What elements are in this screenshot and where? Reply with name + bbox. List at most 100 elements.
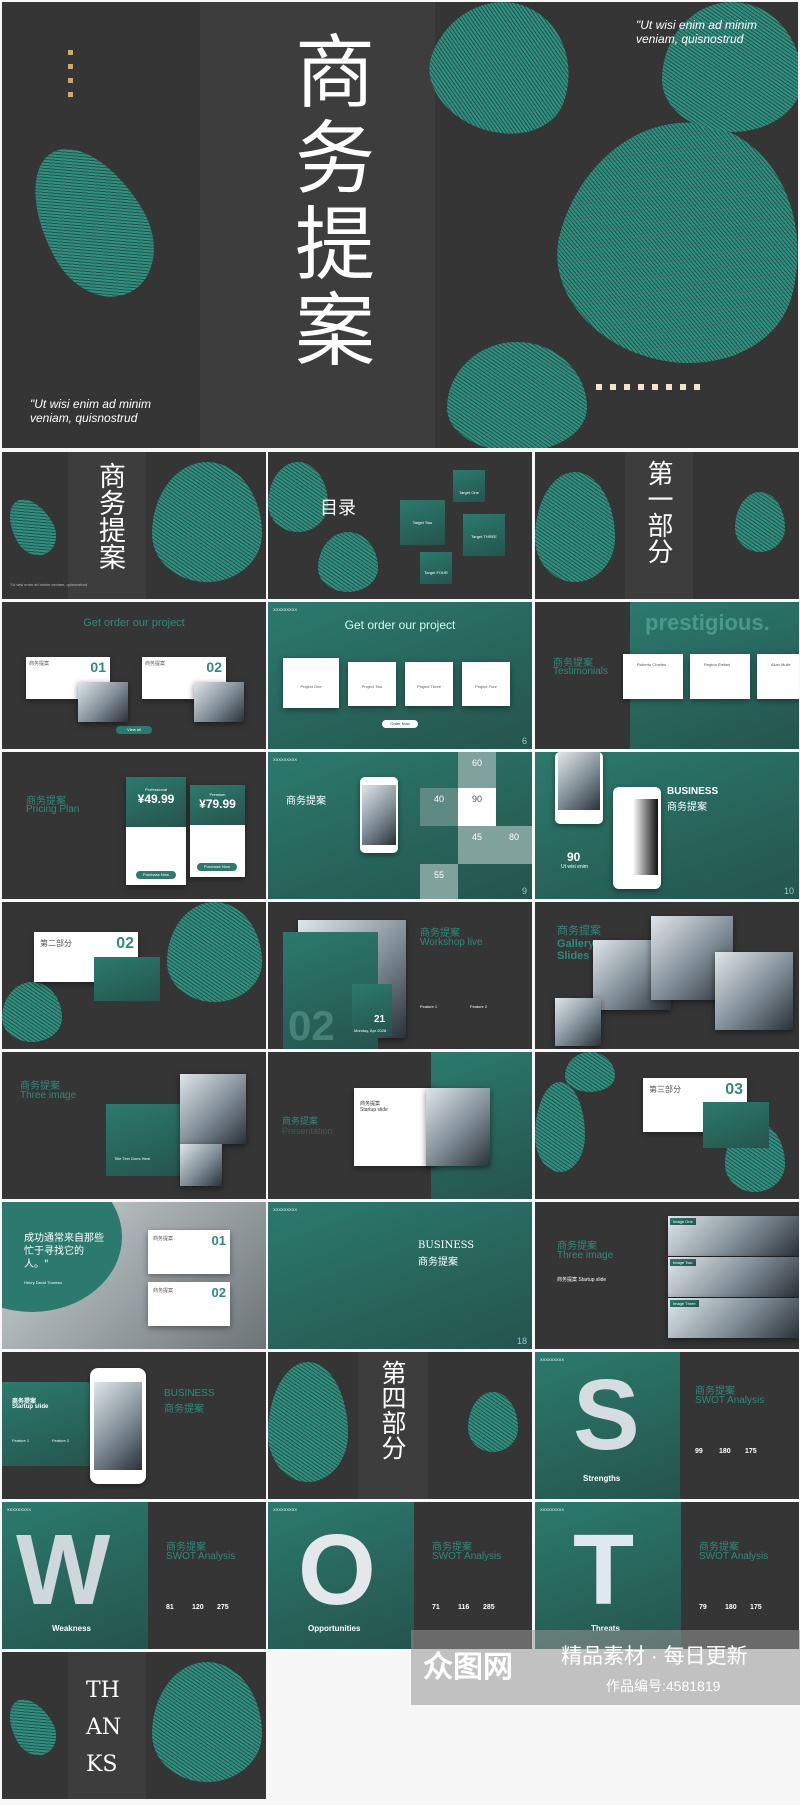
slide-quote[interactable]: 成功通常来自那些忙于寻找它的人。" Henry David Thoreau 商务… xyxy=(2,1202,266,1349)
stat-tile: 90 xyxy=(458,788,496,826)
slide-swot-t[interactable]: XXXXXXXXX T Threats 商务提案 SWOT Analysis 7… xyxy=(535,1502,799,1649)
target-card[interactable]: Target One xyxy=(453,470,485,502)
thanks-line: AN xyxy=(86,1715,122,1740)
leaf-image xyxy=(535,95,798,389)
slide-subtitle: Three image xyxy=(20,1090,77,1101)
slide-toc[interactable]: 目录 Target One Target Two Target THREE Ta… xyxy=(268,452,532,599)
testimonial-card[interactable]: Regina Stefani xyxy=(690,654,750,699)
card-number: 01 xyxy=(211,1233,226,1248)
slide-part3[interactable]: 第三部分 03 xyxy=(535,1052,799,1199)
slide-three-image-2[interactable]: 商务提案 Three image 商务提案 Startup slide Imag… xyxy=(535,1202,799,1349)
target-card[interactable]: Target FOUR xyxy=(420,552,452,584)
slide-swot-s[interactable]: XXXXXXXXX S Strengths 商务提案 SWOT Analysis… xyxy=(535,1352,799,1499)
project-card[interactable]: Project Three xyxy=(405,662,453,706)
testimonial-card[interactable]: Allan Mulle xyxy=(757,654,799,699)
swot-stat: 116 xyxy=(458,1604,470,1611)
project-card[interactable]: Project Two xyxy=(348,662,396,706)
plan-price: ¥79.99 xyxy=(199,797,236,811)
slide-swot-o[interactable]: XXXXXXXXX O Opportunities 商务提案 SWOT Anal… xyxy=(268,1502,532,1649)
slide-title: 商务提案 xyxy=(94,462,125,570)
slide-three-image[interactable]: 商务提案 Three image Title Text Goes Here xyxy=(2,1052,266,1199)
watermark-logo: 众图网 xyxy=(423,1651,513,1684)
card-label: 商务提案 xyxy=(29,661,50,667)
placeholder-text: XXXXXXXXX xyxy=(273,1207,298,1212)
watermark: 众图网 精品素材 · 每日更新 作品编号:4581819 xyxy=(411,1630,800,1705)
feature-label: Feature 2 xyxy=(470,1004,488,1009)
plan-price: ¥49.99 xyxy=(137,792,175,806)
stat-tile: 40 xyxy=(420,788,458,826)
slide-part2[interactable]: 第二部分 02 xyxy=(2,902,266,1049)
target-card[interactable]: Target Two xyxy=(400,500,445,545)
slide-project[interactable]: Get order our project 商务提案 01 商务提案 02 View… xyxy=(2,602,266,749)
swot-stat: 175 xyxy=(750,1604,762,1611)
slide-part4[interactable]: 第四部分 xyxy=(268,1352,532,1499)
slide-cover-thumb[interactable]: 商务提案 "Ut wisi enim ad minim veniam, quis… xyxy=(2,452,266,599)
card-label: 商务提案 xyxy=(153,1288,174,1294)
purchase-button[interactable]: Purchase Now xyxy=(197,863,237,871)
slide-thanks[interactable]: TH AN KS xyxy=(2,1652,266,1799)
cover-title: 商务提案 xyxy=(282,30,375,374)
order-now-button[interactable]: Order Now xyxy=(382,720,418,728)
testimonial-card[interactable]: Roberto Charles xyxy=(623,654,683,699)
slide-gallery[interactable]: 商务提案 Gallery Slides xyxy=(535,902,799,1049)
card-subtitle: Startup slide xyxy=(360,1107,388,1113)
card-label: 商务提案 xyxy=(153,1236,174,1242)
purchase-button[interactable]: Purchase Now xyxy=(136,871,176,879)
image-caption: Title Text Goes Here xyxy=(114,1156,151,1161)
slide-title: 商务提案 xyxy=(418,1257,458,1268)
swot-stat: 180 xyxy=(725,1604,737,1611)
thanks-line: KS xyxy=(86,1752,118,1777)
slide-subtitle: SWOT Analysis xyxy=(695,1395,765,1406)
slide-subtitle: Workshop live xyxy=(420,937,483,948)
slide-part1[interactable]: 第一部分 xyxy=(535,452,799,599)
page-number: 9 xyxy=(521,886,527,896)
slide-stats[interactable]: XXXXXXXXX 商务提案 60 40 90 45 80 55 9 xyxy=(268,752,532,899)
swot-stat: 99 xyxy=(695,1448,703,1455)
slide-project-teal[interactable]: XXXXXXXXX Get order our project Project … xyxy=(268,602,532,749)
swot-stat: 79 xyxy=(699,1604,707,1611)
section-title: 第三部分 xyxy=(649,1085,681,1094)
project-card[interactable]: Project Four xyxy=(462,662,510,706)
slide-testimonials[interactable]: prestigious. 商务提案 Testimonials Roberto C… xyxy=(535,602,799,749)
cover-slide-large[interactable]: 商务提案 "Ut wisi enim ad minim veniam, quis… xyxy=(2,2,798,448)
stat-tile: 55 xyxy=(420,864,458,899)
slide-workshop[interactable]: 02 21 Monday, Apr 2028 商务提案 Workshop liv… xyxy=(268,902,532,1049)
quote-text: 成功通常来自那些忙于寻找它的人。" xyxy=(24,1233,104,1270)
leaf-image xyxy=(8,127,176,317)
slide-title: 商务提案 xyxy=(667,802,707,813)
slide-subtitle: SWOT Analysis xyxy=(166,1551,236,1562)
cover-quote: "Ut wisi enim ad minim veniam, quisnostr… xyxy=(30,397,151,425)
slide-title: Get order our project xyxy=(344,618,456,632)
slide-subtitle: Presentation xyxy=(282,1126,333,1136)
slide-title: 第一部分 xyxy=(643,460,673,564)
swot-stat: 175 xyxy=(745,1448,757,1455)
swot-letter: S xyxy=(573,1359,640,1471)
slide-startup[interactable]: 商务提案 Startup slide Feature 1 Feature 2 B… xyxy=(2,1352,266,1499)
image-label: Image One xyxy=(670,1218,696,1225)
image-label: Image Two xyxy=(670,1259,696,1266)
slide-business-phone[interactable]: BUSINESS 商务提案 90 Ut wisi enim 10 xyxy=(535,752,799,899)
swot-stat: 71 xyxy=(432,1604,440,1611)
date-day: 21 xyxy=(374,1014,386,1025)
swot-label: Strengths xyxy=(583,1474,621,1483)
view-all-button[interactable]: View all xyxy=(116,726,152,734)
placeholder-text: XXXXXXXXX xyxy=(7,1507,32,1512)
section-title: 第二部分 xyxy=(40,939,72,948)
stat-tile: 45 xyxy=(458,826,496,864)
slide-pricing[interactable]: 商务提案 Pricing Plan Professional ¥49.99 Pur… xyxy=(2,752,266,899)
slide-presentation[interactable]: 商务提案 Presentation 商务提案 Startup slide xyxy=(268,1052,532,1199)
project-card[interactable]: Project One xyxy=(283,658,339,708)
card-number: 02 xyxy=(211,1285,226,1300)
slide-subtitle: SWOT Analysis xyxy=(432,1551,502,1562)
placeholder-text: XXXXXXXXX xyxy=(273,607,298,612)
target-card[interactable]: Target THREE xyxy=(463,514,505,556)
leaf-image xyxy=(447,342,587,448)
placeholder-text: XXXXXXXXX xyxy=(273,1507,298,1512)
stat-tile: 80 xyxy=(496,826,532,864)
section-number: 02 xyxy=(116,935,134,952)
slide-business[interactable]: XXXXXXXXX BUSINESS 商务提案 18 xyxy=(268,1202,532,1349)
slide-subtitle: Pricing Plan xyxy=(26,804,80,815)
swot-letter: T xyxy=(573,1514,635,1626)
slide-swot-w[interactable]: XXXXXXXXX W Weakness 商务提案 SWOT Analysis … xyxy=(2,1502,266,1649)
page-number: 10 xyxy=(783,886,794,896)
